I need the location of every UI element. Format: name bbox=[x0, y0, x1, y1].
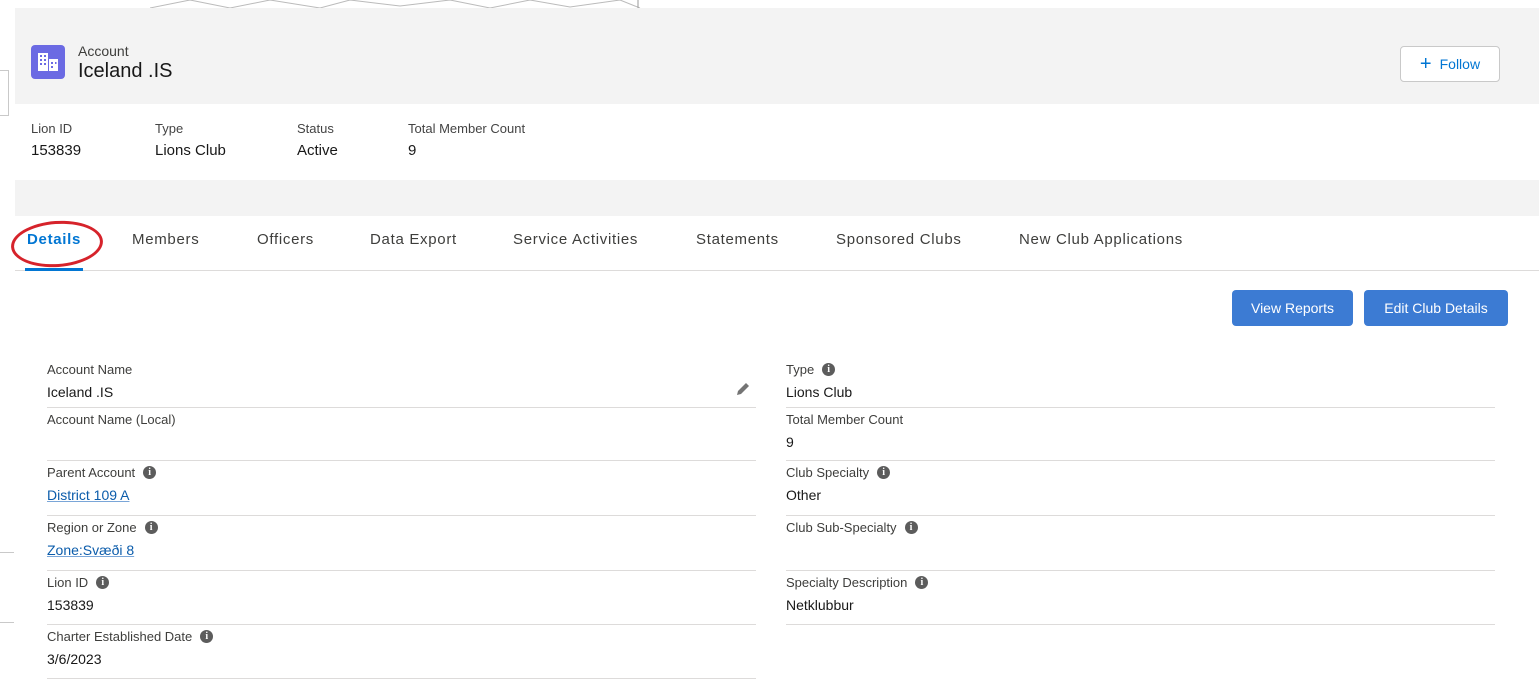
highlight-status: Status Active bbox=[297, 121, 338, 162]
tab-members[interactable]: Members bbox=[132, 216, 199, 270]
field-value: Netklubbur bbox=[786, 597, 854, 613]
field-value: 9 bbox=[786, 434, 794, 450]
field-label: Lion ID bbox=[47, 575, 89, 590]
info-icon[interactable]: i bbox=[915, 576, 929, 589]
tab-bar: Details Members Officers Data Export Ser… bbox=[9, 216, 1539, 271]
follow-button[interactable]: + Follow bbox=[1400, 46, 1500, 82]
field-lion-id: Lion ID i 153839 bbox=[47, 571, 756, 625]
highlight-label: Total Member Count bbox=[408, 121, 526, 136]
highlight-value: Active bbox=[297, 142, 338, 159]
field-value: Lions Club bbox=[786, 384, 853, 400]
field-region-or-zone: Region or Zone i Zone:Svæði 8 bbox=[47, 516, 756, 571]
tabset: Details Members Officers Data Export Ser… bbox=[9, 216, 1539, 689]
field-label: Specialty Description bbox=[786, 575, 908, 590]
highlight-label: Lion ID bbox=[31, 121, 73, 136]
tab-service-activities[interactable]: Service Activities bbox=[513, 216, 638, 270]
field-label: Region or Zone bbox=[47, 520, 137, 535]
record-panel: Account Iceland .IS + Follow Lion ID 153… bbox=[9, 8, 1539, 689]
highlight-label: Status bbox=[297, 121, 334, 136]
field-label: Total Member Count bbox=[786, 412, 904, 427]
field-label: Charter Established Date bbox=[47, 629, 193, 644]
info-icon[interactable]: i bbox=[822, 363, 836, 376]
field-label: Club Sub-Specialty bbox=[786, 520, 897, 535]
highlights-panel: Lion ID 153839 Type Lions Club Status Ac… bbox=[15, 104, 1539, 180]
tab-new-club-applications[interactable]: New Club Applications bbox=[1019, 216, 1183, 270]
highlight-value: 9 bbox=[408, 142, 417, 159]
highlight-type: Type Lions Club bbox=[155, 121, 226, 162]
follow-label: Follow bbox=[1439, 56, 1481, 72]
tab-officers[interactable]: Officers bbox=[257, 216, 314, 270]
field-value: Iceland .IS bbox=[47, 384, 114, 400]
edit-club-details-button[interactable]: Edit Club Details bbox=[1364, 290, 1508, 326]
field-specialty-description: Specialty Description i Netklubbur bbox=[786, 571, 1495, 625]
background-divider bbox=[0, 622, 14, 623]
region-zone-link[interactable]: Zone:Svæði 8 bbox=[47, 542, 134, 558]
tab-details[interactable]: Details bbox=[24, 216, 84, 271]
info-icon[interactable]: i bbox=[877, 466, 891, 479]
record-header: Account Iceland .IS + Follow bbox=[15, 8, 1539, 104]
tab-statements[interactable]: Statements bbox=[696, 216, 779, 270]
field-label: Type bbox=[786, 362, 815, 377]
highlight-value: 153839 bbox=[31, 142, 82, 159]
highlight-label: Type bbox=[155, 121, 184, 136]
plus-icon: + bbox=[1419, 53, 1432, 75]
background-divider bbox=[0, 552, 14, 553]
object-type-label: Account bbox=[78, 43, 129, 59]
parent-account-link[interactable]: District 109 A bbox=[47, 487, 129, 503]
account-icon bbox=[31, 45, 65, 79]
background-sketch bbox=[150, 0, 641, 8]
field-label: Club Specialty bbox=[786, 465, 870, 480]
field-label: Account Name (Local) bbox=[47, 412, 176, 427]
record-title: Iceland .IS bbox=[78, 60, 173, 82]
field-parent-account: Parent Account i District 109 A bbox=[47, 461, 756, 516]
highlight-value: Lions Club bbox=[155, 142, 226, 159]
field-club-specialty: Club Specialty i Other bbox=[786, 461, 1495, 516]
field-value: 3/6/2023 bbox=[47, 651, 102, 667]
tab-sponsored-clubs[interactable]: Sponsored Clubs bbox=[836, 216, 962, 270]
field-value: 153839 bbox=[47, 597, 94, 613]
field-charter-established-date: Charter Established Date i 3/6/2023 bbox=[47, 625, 756, 679]
info-icon[interactable]: i bbox=[96, 576, 110, 589]
field-label: Parent Account bbox=[47, 465, 136, 480]
highlight-lion-id: Lion ID 153839 bbox=[31, 121, 81, 162]
highlight-total-member-count: Total Member Count 9 bbox=[408, 121, 525, 162]
info-icon[interactable]: i bbox=[144, 521, 158, 534]
tab-data-export[interactable]: Data Export bbox=[370, 216, 457, 270]
info-icon[interactable]: i bbox=[904, 521, 918, 534]
field-type: Type i Lions Club bbox=[786, 358, 1495, 408]
background-input-edge bbox=[0, 70, 9, 116]
field-value: Other bbox=[786, 487, 822, 503]
field-total-member-count: Total Member Count 9 bbox=[786, 408, 1495, 461]
info-icon[interactable]: i bbox=[143, 466, 157, 479]
edit-pencil-icon[interactable] bbox=[736, 382, 750, 396]
field-account-name-local: Account Name (Local) bbox=[47, 408, 756, 461]
field-club-sub-specialty: Club Sub-Specialty i bbox=[786, 516, 1495, 571]
view-reports-button[interactable]: View Reports bbox=[1232, 290, 1353, 326]
background-window-edge bbox=[0, 0, 1539, 8]
info-icon[interactable]: i bbox=[200, 630, 214, 643]
field-label: Account Name bbox=[47, 362, 133, 377]
field-account-name: Account Name Iceland .IS bbox=[47, 358, 756, 408]
